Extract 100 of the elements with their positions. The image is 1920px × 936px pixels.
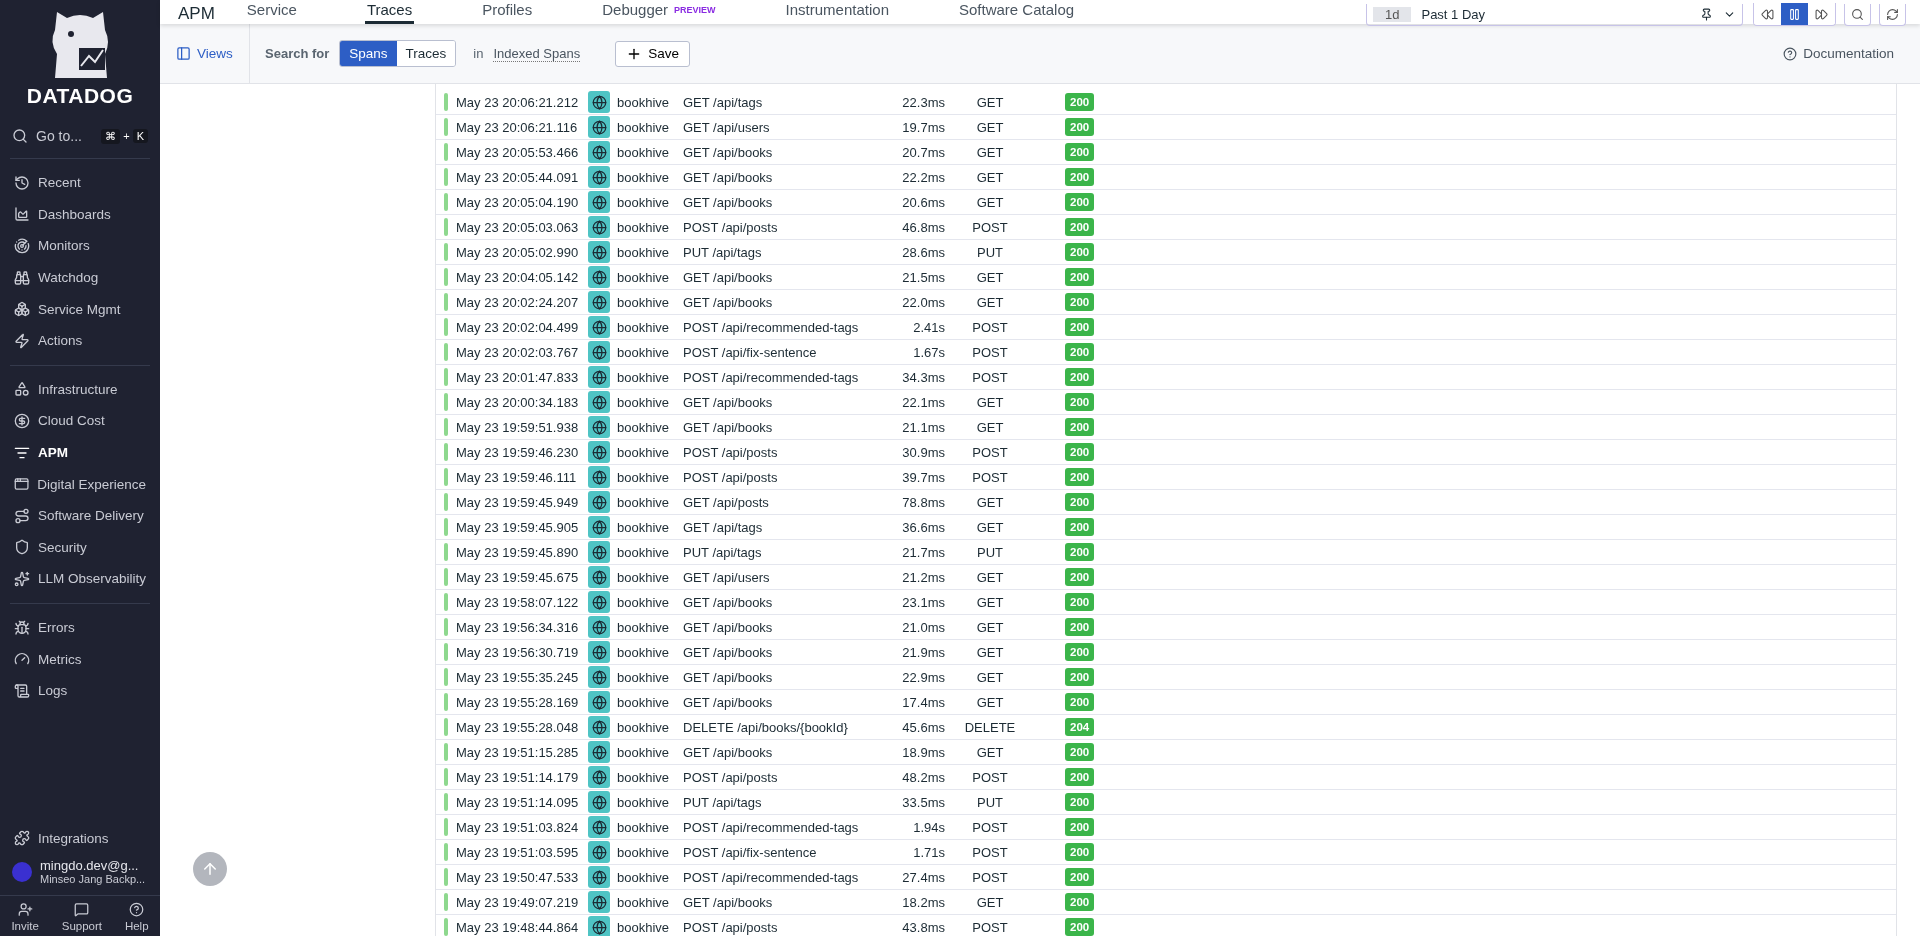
nav-icon <box>14 570 30 587</box>
page-title: APM <box>178 4 215 24</box>
status-stripe <box>444 518 448 536</box>
resource-cell-text: POST /api/fix-sentence <box>683 344 818 360</box>
index-selector[interactable]: Indexed Spans <box>493 45 581 62</box>
date-cell-text: May 23 19:51:03.595 <box>456 844 580 860</box>
globe-icon <box>588 141 610 163</box>
go-to-search[interactable]: Go to... ⌘ + K <box>0 122 160 150</box>
sidebar-item[interactable]: Errors <box>0 611 160 644</box>
nav-icon <box>14 301 30 318</box>
keyboard-key: ⌘ <box>101 128 121 144</box>
date-cell-text: May 23 19:59:45.905 <box>456 519 580 535</box>
globe-icon <box>588 616 610 638</box>
service-cell-text: bookhive <box>617 719 671 735</box>
footer-icon <box>129 902 145 917</box>
nav-tab[interactable]: Instrumentation <box>783 1 891 24</box>
status-stripe <box>444 93 448 111</box>
nav-icon <box>14 507 30 524</box>
documentation-link[interactable]: Documentation <box>1783 46 1894 61</box>
method-cell-text: POST <box>971 219 1009 235</box>
globe-icon <box>588 841 610 863</box>
method-cell-text: GET <box>975 394 1005 410</box>
footer-icon <box>17 902 33 917</box>
date-cell-text: May 23 19:58:07.122 <box>456 594 580 610</box>
method-cell-text: POST <box>971 869 1009 885</box>
nav-tab[interactable]: Service <box>244 1 299 24</box>
resource-cell-text: GET /api/posts <box>683 494 770 510</box>
views-button[interactable]: Views <box>160 24 250 83</box>
duration-cell-text: 21.7ms <box>901 544 945 560</box>
sidebar-item[interactable]: Service Mgmt <box>0 293 160 325</box>
status-code: 200 <box>1065 243 1095 261</box>
resource-cell-text: POST /api/recommended-tags <box>683 369 860 385</box>
resource-cell-text: GET /api/users <box>683 119 771 135</box>
nav-icon <box>14 269 30 286</box>
service-cell-text: bookhive <box>617 569 671 585</box>
footer-button[interactable]: Support <box>61 902 103 932</box>
duration-cell-text: 21.9ms <box>901 644 945 660</box>
duration-cell-text: 21.2ms <box>901 569 945 585</box>
footer-button[interactable]: Invite <box>11 902 39 932</box>
method-cell-text: POST <box>971 769 1009 785</box>
sidebar-item[interactable]: APM <box>0 436 160 469</box>
duration-cell-text: 20.6ms <box>901 194 945 210</box>
status-stripe <box>444 368 448 386</box>
sidebar-item[interactable]: Metrics <box>0 643 160 675</box>
status-code: 200 <box>1065 518 1095 536</box>
date-cell-text: May 23 19:51:15.285 <box>456 744 580 760</box>
search-button[interactable] <box>1844 4 1871 26</box>
mode-toggle[interactable]: Spans <box>340 41 397 66</box>
status-stripe <box>444 618 448 636</box>
status-stripe <box>444 568 448 586</box>
user-avatar <box>12 861 32 882</box>
nav-tab[interactable]: Debugger PREVIEW <box>600 1 718 24</box>
service-cell-text: bookhive <box>617 744 671 760</box>
resource-cell-text: POST /api/posts <box>683 444 779 460</box>
sidebar-item[interactable]: Cloud Cost <box>0 405 160 437</box>
sidebar-item[interactable]: Digital Experience <box>0 468 160 500</box>
status-stripe <box>444 393 448 411</box>
pause-button[interactable] <box>1781 3 1808 25</box>
refresh-button[interactable] <box>1879 4 1906 26</box>
status-stripe <box>444 218 448 236</box>
resource-cell-text: PUT /api/tags <box>683 544 763 560</box>
duration-cell-text: 1.67s <box>912 344 945 360</box>
help-icon <box>1783 46 1798 61</box>
status-stripe <box>444 718 448 736</box>
status-stripe <box>444 918 448 936</box>
status-stripe <box>444 818 448 836</box>
nav-tab[interactable]: Profiles <box>480 1 535 24</box>
sidebar-item[interactable]: Logs <box>0 674 160 707</box>
nav-tab[interactable]: Software Catalog <box>957 1 1077 24</box>
pin-icon <box>1700 8 1713 21</box>
status-stripe <box>444 868 448 886</box>
sidebar-item[interactable]: Actions <box>0 324 160 357</box>
duration-cell-text: 17.4ms <box>901 694 945 710</box>
date-cell-text: May 23 20:02:04.499 <box>456 319 580 335</box>
footer-button[interactable]: Help <box>124 902 149 932</box>
sidebar-item[interactable]: Integrations <box>0 822 160 854</box>
globe-icon <box>588 191 610 213</box>
date-cell-text: May 23 20:06:21.116 <box>456 119 579 135</box>
sidebar-item[interactable]: Software Delivery <box>0 499 160 532</box>
status-stripe <box>444 443 448 461</box>
sidebar-item[interactable]: Infrastructure <box>0 373 160 406</box>
status-stripe <box>444 418 448 436</box>
sidebar-item[interactable]: Monitors <box>0 230 160 262</box>
method-cell-text: POST <box>971 469 1009 485</box>
status-code: 200 <box>1065 768 1095 786</box>
user-org: Minseo Jang Backp... <box>40 873 146 885</box>
sidebar-item[interactable]: LLM Observability <box>0 563 160 595</box>
sidebar-item[interactable]: Dashboards <box>0 198 160 231</box>
time-shortcut: 1d <box>1373 7 1412 22</box>
mode-toggle[interactable]: Traces <box>396 41 456 66</box>
date-cell-text: May 23 19:59:45.890 <box>456 544 580 560</box>
sidebar-item[interactable]: Security <box>0 531 160 564</box>
sidebar-item[interactable]: Recent <box>0 167 160 199</box>
search-for-label: Search for <box>265 46 330 61</box>
status-code: 200 <box>1065 818 1095 836</box>
date-cell-text: May 23 20:00:34.183 <box>456 394 580 410</box>
save-button[interactable]: Save <box>615 40 690 67</box>
sidebar-item[interactable]: Watchdog <box>0 261 160 294</box>
method-cell-text: POST <box>971 919 1009 935</box>
service-cell-text: bookhive <box>617 169 671 185</box>
